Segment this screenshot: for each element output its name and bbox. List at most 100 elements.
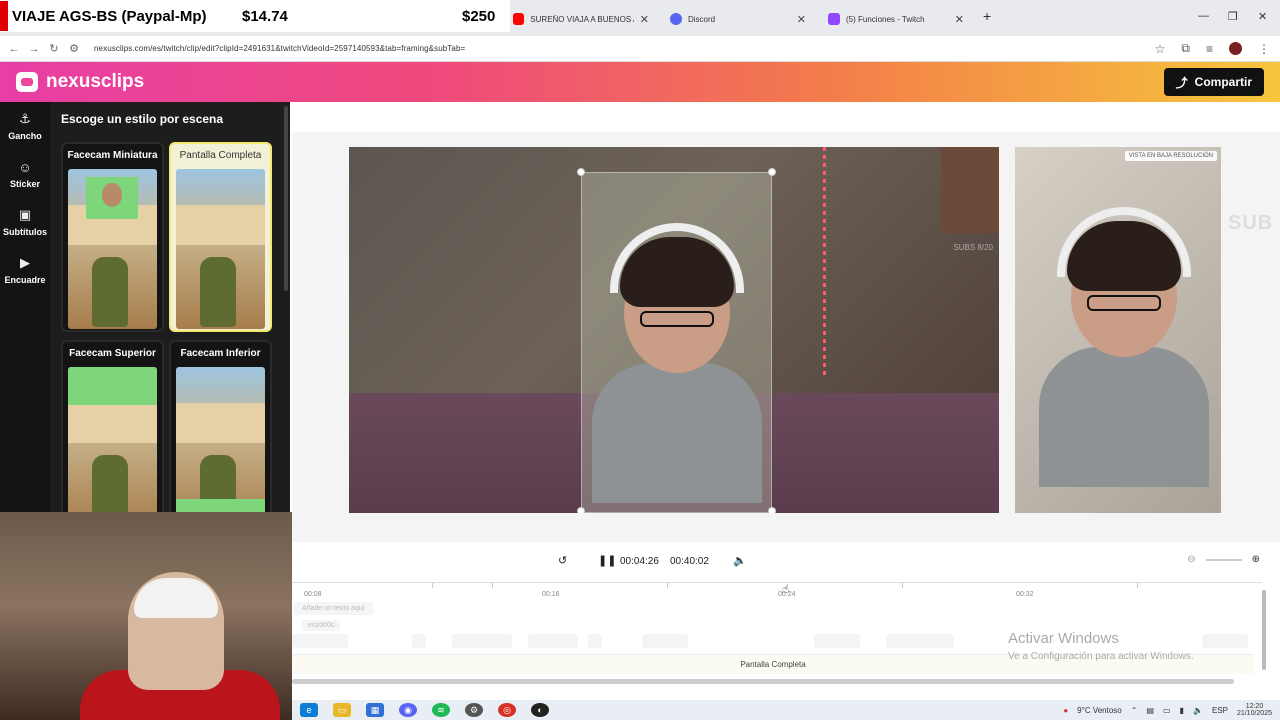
media-icon[interactable]: ≡ bbox=[1206, 42, 1213, 56]
sidebar-item-framing[interactable]: ▶ Encuadre bbox=[0, 246, 50, 294]
crop-handle-bottom-right[interactable] bbox=[768, 507, 776, 513]
close-icon[interactable]: ✕ bbox=[955, 13, 964, 26]
sidebar-item-label: Subtítulos bbox=[3, 227, 47, 237]
browser-tab-bar: VIAJE AGS-BS (Paypal-Mp) $14.74 $250 SUR… bbox=[0, 0, 1280, 36]
logo-icon bbox=[16, 72, 38, 92]
sidebar-item-hook[interactable]: ⚓ Gancho bbox=[0, 102, 50, 150]
style-card-label: Facecam Superior bbox=[69, 348, 156, 359]
weather-icon: ● bbox=[1063, 705, 1069, 715]
stream-overlay-bar: VIAJE AGS-BS (Paypal-Mp) $14.74 $250 bbox=[0, 0, 510, 32]
text-track-placeholder[interactable]: Añade un texto aquí bbox=[294, 602, 373, 615]
brand-logo[interactable]: nexusclips bbox=[16, 71, 144, 93]
tab-discord[interactable]: Discord ✕ bbox=[662, 6, 814, 32]
activate-title: Activar Windows bbox=[1008, 630, 1119, 647]
edge-icon[interactable]: e bbox=[300, 703, 318, 717]
mic-icon[interactable]: ▮ bbox=[1180, 706, 1184, 715]
overlay-accent bbox=[0, 1, 8, 31]
zoom-in-icon[interactable]: ⊕ bbox=[1252, 554, 1260, 565]
timeline-ruler[interactable]: 00:08 00:16 00:24 00:32 bbox=[292, 582, 1262, 598]
timeline-vertical-scrollbar[interactable] bbox=[1262, 590, 1266, 670]
timeline-zoom: ⊖ ⊕ bbox=[1187, 554, 1260, 565]
panel-scrollbar[interactable] bbox=[284, 106, 288, 291]
style-card-label: Facecam Inferior bbox=[180, 348, 261, 359]
obs-icon[interactable]: ◐ bbox=[531, 703, 549, 717]
sidebar-item-sticker[interactable]: ☺ Sticker bbox=[0, 150, 50, 198]
tick-label: 00:16 bbox=[542, 591, 560, 598]
zoom-slider[interactable] bbox=[1205, 558, 1242, 561]
activate-subtitle: Ve a Configuración para activar Windows. bbox=[1008, 651, 1194, 662]
close-icon[interactable]: ✕ bbox=[797, 13, 806, 26]
replay-icon[interactable]: ↺ bbox=[558, 554, 567, 567]
overlay-goal-label: VIAJE AGS-BS (Paypal-Mp) bbox=[12, 7, 207, 25]
tab-title: (5) Funciones - Twitch bbox=[846, 14, 925, 24]
current-time: 00:04:26 bbox=[620, 556, 659, 567]
game-cam-thumbnail bbox=[941, 147, 999, 233]
bookmark-star-icon[interactable]: ☆ bbox=[1155, 42, 1166, 56]
settings-icon[interactable]: ⚙ bbox=[465, 703, 483, 717]
volume-icon[interactable]: 🔈 bbox=[733, 554, 747, 567]
style-thumbnail bbox=[176, 169, 265, 329]
crop-handle-top-left[interactable] bbox=[577, 168, 585, 176]
style-panel-heading: Escoge un estilo por escena bbox=[61, 112, 224, 126]
source-video-frame: SUBS 8/20 bbox=[349, 147, 999, 513]
style-card-label: Pantalla Completa bbox=[179, 150, 262, 161]
tab-title: SUREÑO VIAJA A BUENOS AIRE bbox=[530, 14, 633, 24]
windows-activation-watermark: Activar Windows Ve a Configuración para … bbox=[1008, 630, 1194, 662]
reload-icon[interactable]: ↻ bbox=[44, 42, 64, 55]
crop-handle-bottom-left[interactable] bbox=[577, 507, 585, 513]
style-card-facecam-bottom[interactable]: Facecam Inferior bbox=[169, 340, 272, 530]
new-tab-button[interactable]: + bbox=[983, 8, 991, 24]
pause-icon[interactable]: ❚❚ bbox=[598, 554, 616, 567]
share-button[interactable]: ⤴ Compartir bbox=[1163, 68, 1264, 96]
style-thumbnail bbox=[68, 169, 157, 329]
tab-youtube[interactable]: SUREÑO VIAJA A BUENOS AIRE ✕ bbox=[505, 6, 657, 32]
chrome-icon[interactable]: ◎ bbox=[498, 703, 516, 717]
spotify-icon[interactable]: ≋ bbox=[432, 703, 450, 717]
crop-selection-box[interactable] bbox=[581, 172, 772, 513]
profile-avatar[interactable] bbox=[1229, 42, 1242, 55]
battery-icon[interactable]: ▭ bbox=[1163, 706, 1171, 715]
streamer-face bbox=[1039, 197, 1209, 487]
speaker-icon[interactable]: 🔈 bbox=[1193, 706, 1203, 715]
forward-icon[interactable]: → bbox=[24, 43, 44, 55]
close-icon[interactable]: ✕ bbox=[640, 13, 649, 26]
preview-area: SUBS 8/20 VISTA EN BAJA RESOLUCIÓN SUB bbox=[292, 102, 1280, 542]
overlay-current-amount: $14.74 bbox=[242, 7, 288, 25]
sidebar-item-label: Encuadre bbox=[4, 275, 46, 285]
extensions-icon[interactable]: ⧉ bbox=[1181, 41, 1190, 56]
url-field[interactable]: nexusclips.com/es/twitch/clip/edit?clipI… bbox=[94, 44, 465, 53]
timeline-panel: ↺ ❚❚ 00:04:26 00:40:02 🔈 ⊖ ⊕ 00:08 00:16… bbox=[292, 542, 1280, 692]
address-bar: ← → ↻ ⚙ nexusclips.com/es/twitch/clip/ed… bbox=[0, 36, 1280, 62]
windows-taskbar: e ▭ ▦ ◉ ≋ ⚙ ◎ ◐ ● 9°C Ventoso ⌃ ▤ ▭ ▮ 🔈 … bbox=[292, 700, 1280, 720]
store-icon[interactable]: ▦ bbox=[366, 703, 384, 717]
clock[interactable]: 12:20 21/10/2025 bbox=[1237, 703, 1272, 717]
tab-twitch[interactable]: (5) Funciones - Twitch ✕ bbox=[820, 6, 972, 32]
discord-icon[interactable]: ◉ bbox=[399, 703, 417, 717]
restore-button[interactable]: ❐ bbox=[1228, 10, 1238, 23]
language-indicator[interactable]: ESP bbox=[1212, 706, 1228, 715]
sidebar-item-label: Gancho bbox=[8, 131, 42, 141]
style-card-fullscreen[interactable]: Pantalla Completa bbox=[169, 142, 272, 332]
sidebar-item-subtitles[interactable]: ▣ Subtítulos bbox=[0, 198, 50, 246]
streamer-face bbox=[592, 213, 762, 503]
username-track[interactable]: enzo00c bbox=[302, 620, 341, 631]
tick-label: 00:08 bbox=[304, 591, 322, 598]
style-card-facecam-mini[interactable]: Facecam Miniatura bbox=[61, 142, 164, 332]
crop-handle-top-right[interactable] bbox=[768, 168, 776, 176]
minimize-button[interactable]: — bbox=[1198, 10, 1209, 22]
menu-icon[interactable]: ⋮ bbox=[1258, 42, 1270, 56]
folder-icon[interactable]: ▭ bbox=[333, 703, 351, 717]
site-info-icon[interactable]: ⚙ bbox=[64, 42, 84, 55]
close-window-button[interactable]: ✕ bbox=[1258, 10, 1267, 23]
chevron-up-icon[interactable]: ⌃ bbox=[1131, 706, 1138, 715]
zoom-out-icon[interactable]: ⊖ bbox=[1187, 554, 1195, 565]
weather-text[interactable]: 9°C Ventoso bbox=[1077, 706, 1122, 715]
style-thumbnail bbox=[68, 367, 157, 527]
timeline-horizontal-scrollbar[interactable] bbox=[292, 679, 1234, 684]
network-icon[interactable]: ▤ bbox=[1146, 706, 1154, 715]
style-card-facecam-top[interactable]: Facecam Superior bbox=[61, 340, 164, 530]
style-card-label: Facecam Miniatura bbox=[67, 150, 158, 161]
scene-label: Pantalla Completa bbox=[740, 660, 806, 669]
brand-name: nexusclips bbox=[46, 71, 145, 92]
back-icon[interactable]: ← bbox=[4, 43, 24, 55]
